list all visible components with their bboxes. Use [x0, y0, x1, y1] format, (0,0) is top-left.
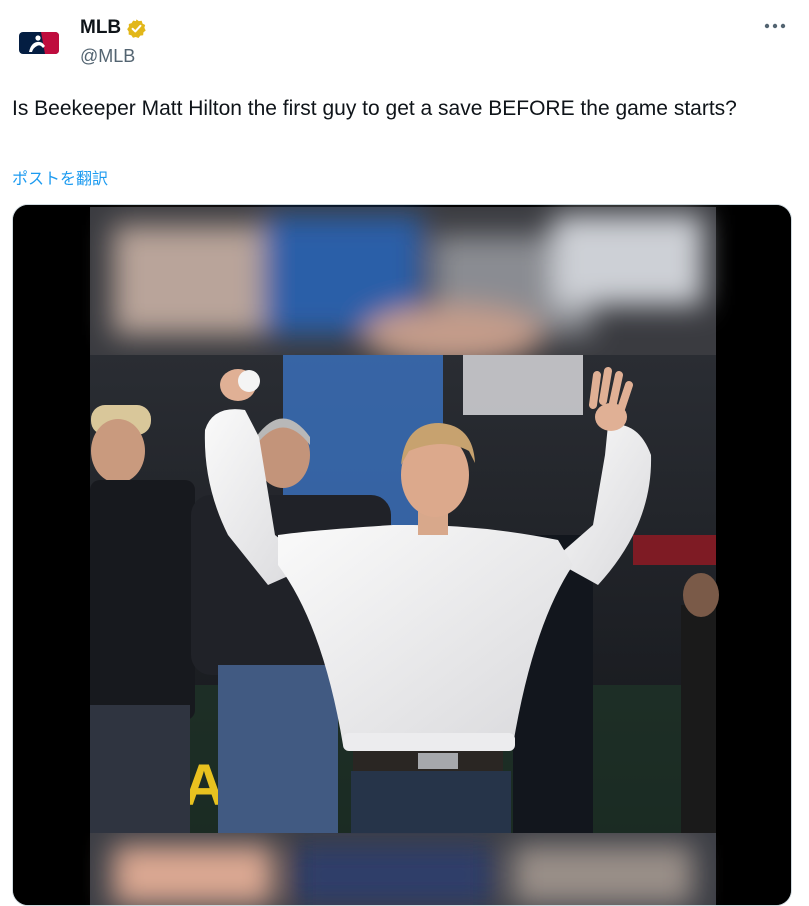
mlb-logo-icon: [19, 32, 59, 54]
more-options-icon[interactable]: [763, 14, 787, 38]
media-video[interactable]: AN: [12, 204, 792, 906]
translate-post-link[interactable]: ポストを翻訳: [12, 165, 108, 189]
tweet-author: MLB @MLB: [80, 16, 147, 67]
video-frame-image: AN: [13, 205, 791, 905]
avatar[interactable]: [10, 14, 68, 72]
author-display-name[interactable]: MLB: [80, 17, 121, 39]
tweet-text: Is Beekeeper Matt Hilton the first guy t…: [12, 97, 737, 120]
ellipsis-icon: [764, 23, 786, 29]
verified-gold-icon: [127, 18, 146, 38]
author-handle[interactable]: @MLB: [80, 46, 147, 67]
name-row: MLB: [80, 16, 147, 40]
